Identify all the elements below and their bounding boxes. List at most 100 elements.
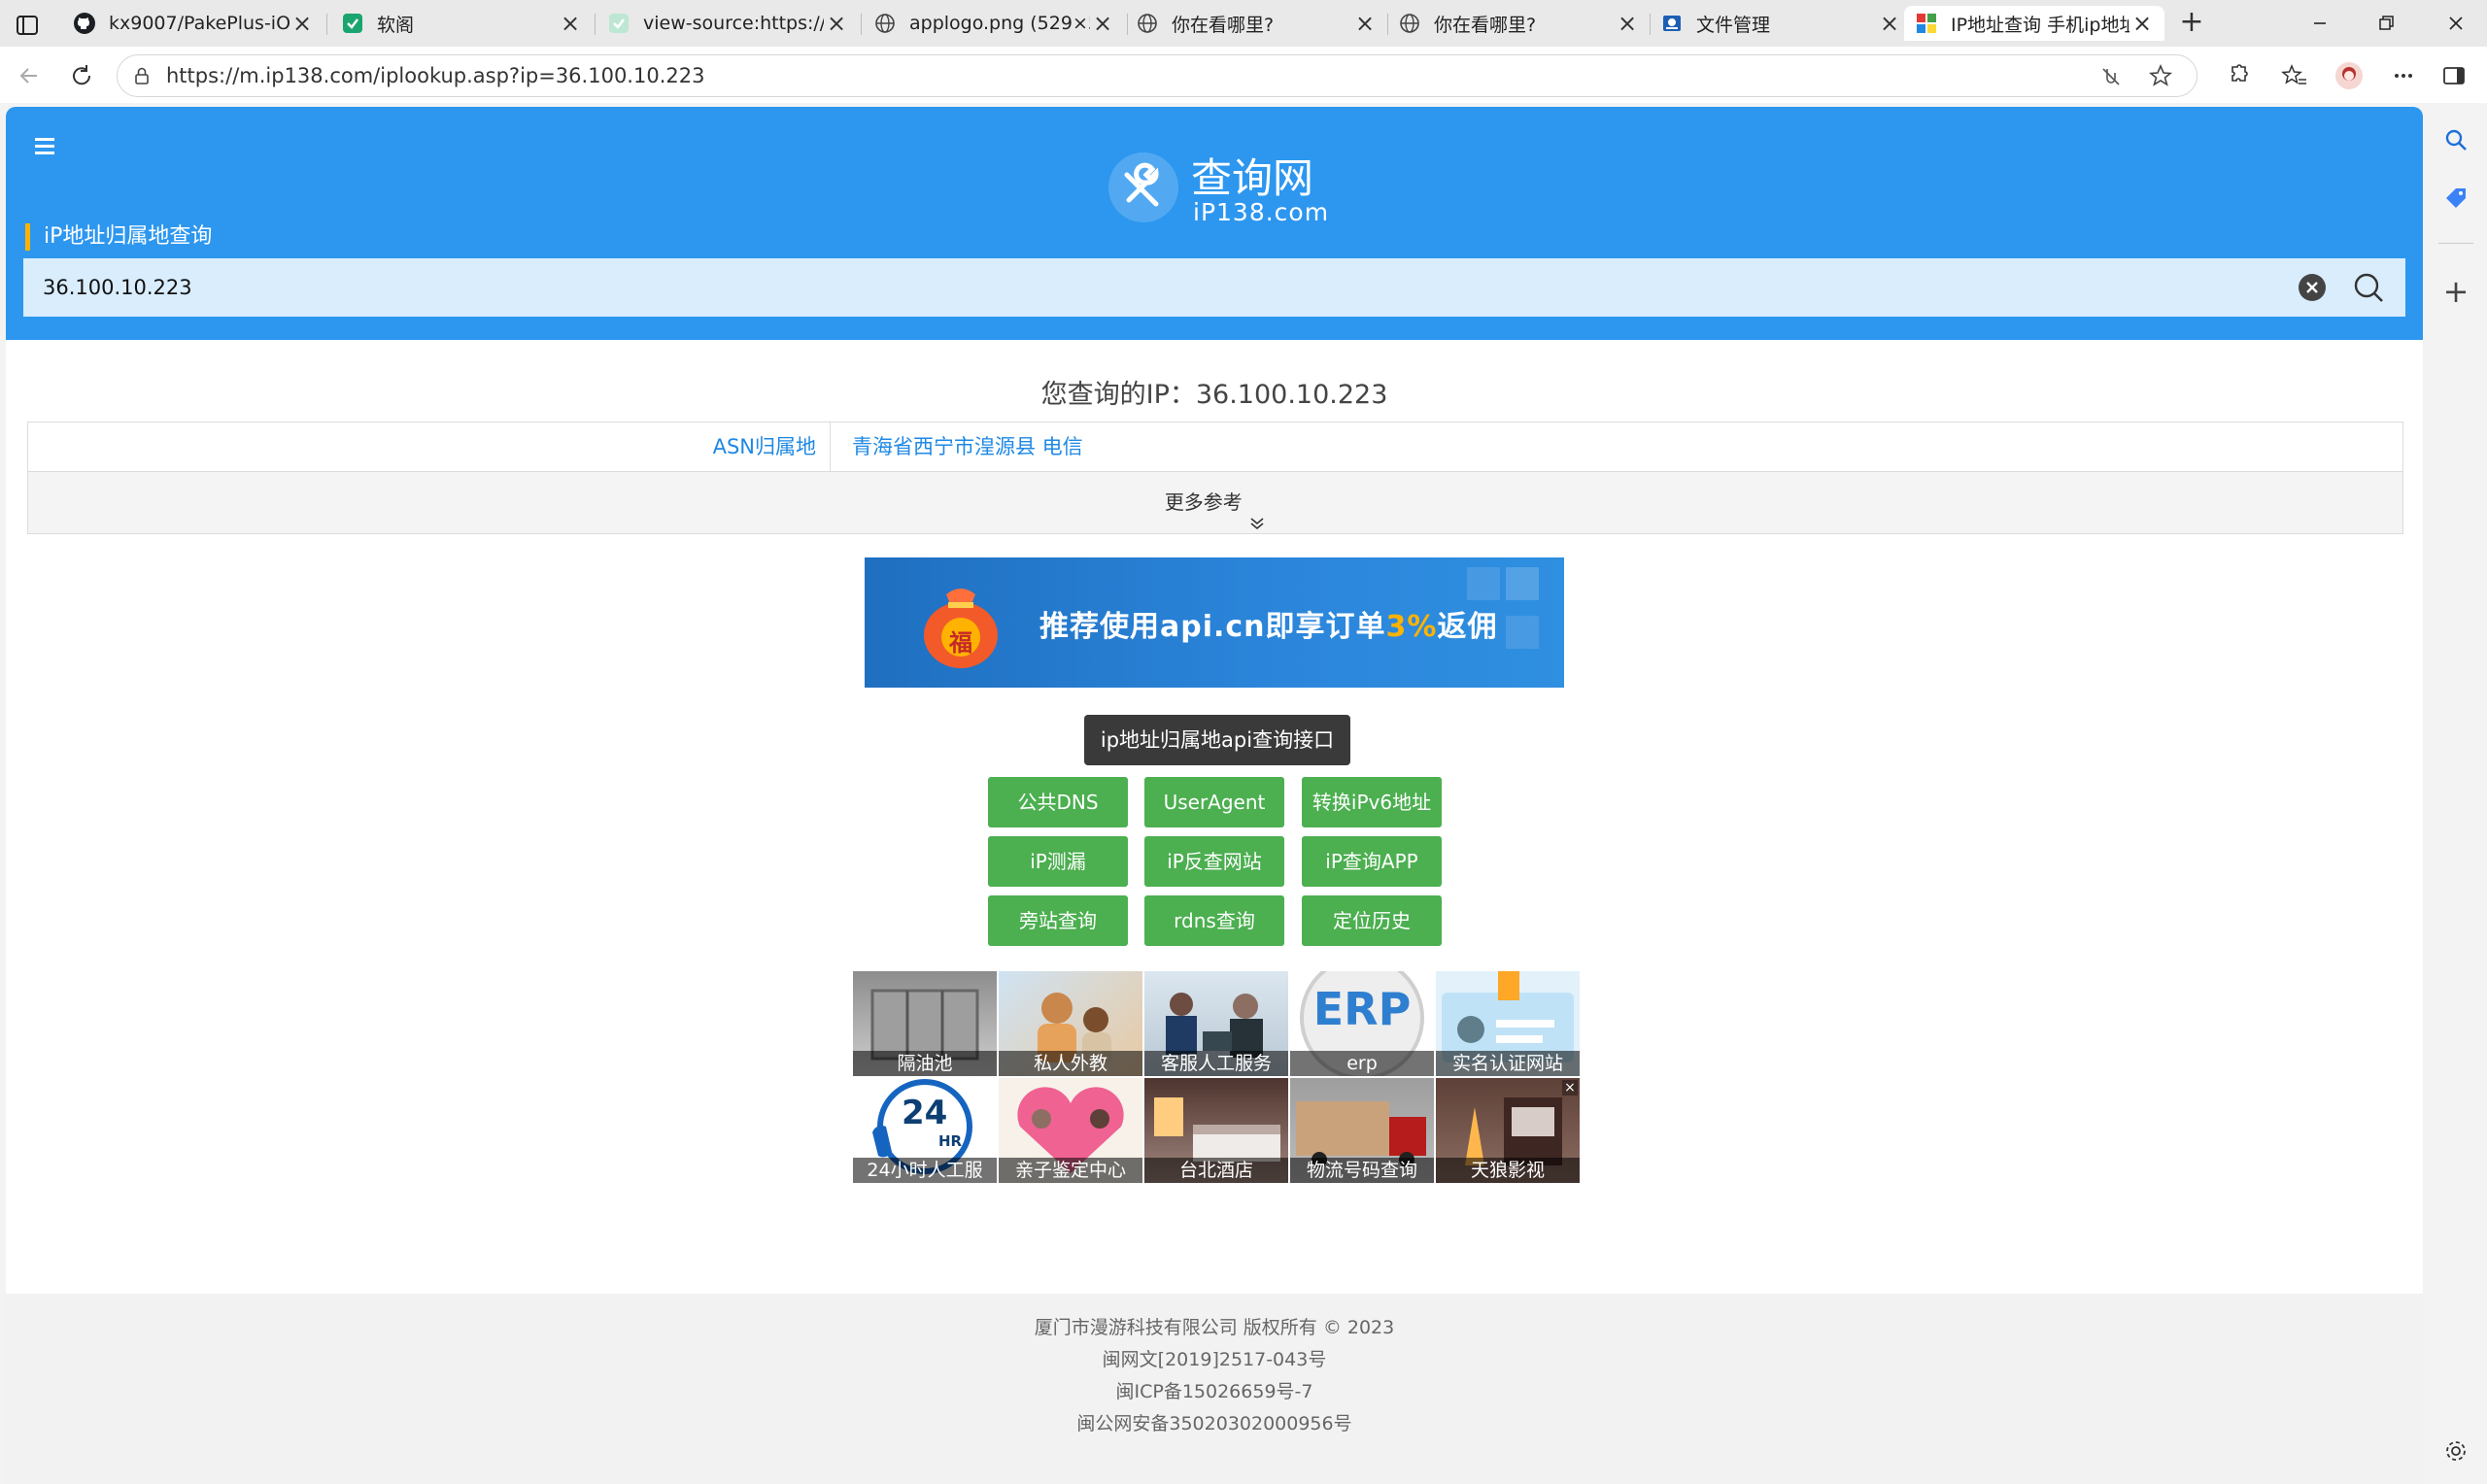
tab-separator <box>326 14 327 35</box>
profile-avatar[interactable] <box>2332 58 2367 93</box>
ip-search-input[interactable] <box>23 258 2277 317</box>
public-dns-button[interactable]: 公共DNS <box>988 777 1128 827</box>
tracking-off-icon[interactable] <box>2099 65 2123 88</box>
source-icon <box>606 11 631 36</box>
tab-ruange[interactable]: 软阁 × <box>330 6 593 41</box>
close-icon[interactable]: × <box>1615 10 1640 37</box>
new-tab-button[interactable]: + <box>2176 8 2207 39</box>
banner-deco <box>1467 567 1500 600</box>
ip-leak-test-button[interactable]: iP测漏 <box>988 836 1128 887</box>
edge-sidebar: + <box>2425 103 2487 1484</box>
url-text[interactable]: https://m.ip138.com/iplookup.asp?ip=36.1… <box>166 64 704 87</box>
footer-police-record[interactable]: 闽公网安备35020302000956号 <box>6 1409 2423 1435</box>
ad-tile[interactable]: ERP erp <box>1290 971 1434 1076</box>
workspaces-icon[interactable] <box>14 12 41 39</box>
minimize-button[interactable] <box>2300 14 2339 33</box>
add-sidebar-app-icon[interactable]: + <box>2438 274 2473 309</box>
back-button[interactable] <box>12 58 47 93</box>
more-reference-button[interactable]: 更多参考 <box>28 472 2402 533</box>
close-icon[interactable]: × <box>2129 10 2155 37</box>
hour-number: 24 <box>902 1094 948 1132</box>
clear-input-icon[interactable] <box>2297 272 2328 303</box>
useragent-button[interactable]: UserAgent <box>1144 777 1284 827</box>
tab-applogo[interactable]: applogo.png (529×529 × <box>863 6 1125 41</box>
url-field[interactable]: https://m.ip138.com/iplookup.asp?ip=36.1… <box>117 54 2197 97</box>
logo-en-text: iP138.com <box>1193 198 1330 226</box>
favorites-icon[interactable] <box>2277 58 2312 93</box>
ip-reverse-site-button[interactable]: iP反查网站 <box>1144 836 1284 887</box>
ad-tile[interactable]: 客服人工服务 <box>1144 971 1288 1076</box>
ad-tile[interactable]: 隔油池 <box>853 971 997 1076</box>
address-bar: https://m.ip138.com/iplookup.asp?ip=36.1… <box>0 47 2487 103</box>
tab-github[interactable]: kx9007/PakePlus-iOS: × <box>62 6 324 41</box>
ad-caption: 24小时人工服 <box>853 1158 997 1183</box>
api-interface-link[interactable]: ip地址归属地api查询接口 <box>1084 715 1350 765</box>
api-promo-banner[interactable]: 福 推荐使用api.cn即享订单3%返佣 <box>865 557 1564 688</box>
tab-file-manager[interactable]: 文件管理 × <box>1650 6 1912 41</box>
ad-tile[interactable]: 台北酒店 <box>1144 1078 1288 1183</box>
ad-tile[interactable]: 24 HR 24小时人工服 <box>853 1078 997 1183</box>
close-icon[interactable]: × <box>558 10 583 37</box>
sidebar-toggle-icon[interactable] <box>2436 58 2471 93</box>
close-icon[interactable]: × <box>824 10 849 37</box>
side-site-query-button[interactable]: 旁站查询 <box>988 895 1128 946</box>
tab-title: kx9007/PakePlus-iOS: <box>109 13 290 34</box>
close-icon[interactable]: × <box>1352 10 1378 37</box>
banner-deco <box>1506 616 1539 649</box>
ad-caption: 亲子鉴定中心 <box>999 1158 1142 1183</box>
banner-deco <box>1506 567 1539 600</box>
asn-label[interactable]: ASN归属地 <box>28 422 831 471</box>
banner-text: 推荐使用api.cn即享订单3%返佣 <box>1039 602 1497 645</box>
tab-ip138[interactable]: IP地址查询 手机ip地址 × <box>1904 6 2164 41</box>
lock-icon[interactable] <box>131 65 153 86</box>
footer-icp[interactable]: 闽ICP备15026659号-7 <box>6 1377 2423 1403</box>
ad-tile[interactable]: 天狼影视 × <box>1436 1078 1580 1183</box>
page-viewport: 查询网 iP138.com iP地址归属地查询 您查询的IP：36.100.10… <box>6 107 2423 1484</box>
tab-where-looking-2[interactable]: 你在看哪里? × <box>1387 6 1650 41</box>
close-icon[interactable]: × <box>1877 10 1902 37</box>
site-header: 查询网 iP138.com iP地址归属地查询 <box>6 107 2423 340</box>
banner-text-accent: 3% <box>1385 610 1438 644</box>
close-icon[interactable]: × <box>1090 10 1115 37</box>
tab-view-source[interactable]: view-source:https://ap × <box>596 6 859 41</box>
wrench-logo-icon <box>1107 152 1179 223</box>
globe-icon <box>1397 11 1422 36</box>
refresh-button[interactable] <box>64 58 99 93</box>
ipv6-convert-button[interactable]: 转换iPv6地址 <box>1302 777 1442 827</box>
ad-tile[interactable]: 物流号码查询 <box>1290 1078 1434 1183</box>
more-reference-label: 更多参考 <box>1164 490 1243 514</box>
search-icon[interactable] <box>2438 122 2473 157</box>
ip-query-app-button[interactable]: iP查询APP <box>1302 836 1442 887</box>
ad-tile[interactable]: 私人外教 <box>999 971 1142 1076</box>
close-window-button[interactable] <box>2436 12 2475 35</box>
rdns-query-button[interactable]: rdns查询 <box>1144 895 1284 946</box>
settings-gear-icon[interactable] <box>2438 1433 2473 1468</box>
tab-where-looking-1[interactable]: 你在看哪里? × <box>1125 6 1387 41</box>
favorite-star-icon[interactable] <box>2148 63 2173 88</box>
site-logo[interactable]: 查询网 iP138.com <box>1107 142 1341 229</box>
hamburger-menu-icon[interactable] <box>27 128 62 163</box>
result-table: ASN归属地 青海省西宁市湟源县 电信 更多参考 <box>27 422 2403 534</box>
ad-close-icon[interactable]: × <box>1562 1080 1578 1096</box>
close-icon[interactable]: × <box>290 10 315 37</box>
tab-separator <box>861 14 862 35</box>
ip138-icon <box>1914 11 1939 36</box>
ad-tile[interactable]: 亲子鉴定中心 <box>999 1078 1142 1183</box>
ruange-icon <box>340 11 365 36</box>
shopping-tag-icon[interactable] <box>2438 181 2473 216</box>
restore-button[interactable] <box>2367 12 2405 35</box>
extensions-icon[interactable] <box>2219 58 2254 93</box>
ad-tile[interactable]: 实名认证网站 <box>1436 971 1580 1076</box>
search-icon[interactable] <box>2351 270 2386 305</box>
tab-title: 文件管理 <box>1696 14 1771 36</box>
tab-title: 你在看哪里? <box>1434 14 1537 36</box>
more-options-icon[interactable] <box>2386 58 2421 93</box>
footer-license[interactable]: 闽网文[2019]2517-043号 <box>6 1345 2423 1371</box>
double-chevron-down-icon <box>1248 495 1266 529</box>
asn-value[interactable]: 青海省西宁市湟源县 电信 <box>852 422 1083 471</box>
tab-title: 你在看哪里? <box>1172 14 1275 36</box>
globe-icon <box>872 11 898 36</box>
location-history-button[interactable]: 定位历史 <box>1302 895 1442 946</box>
search-box <box>23 258 2405 317</box>
tab-title: IP地址查询 手机ip地址 <box>1951 14 2129 36</box>
